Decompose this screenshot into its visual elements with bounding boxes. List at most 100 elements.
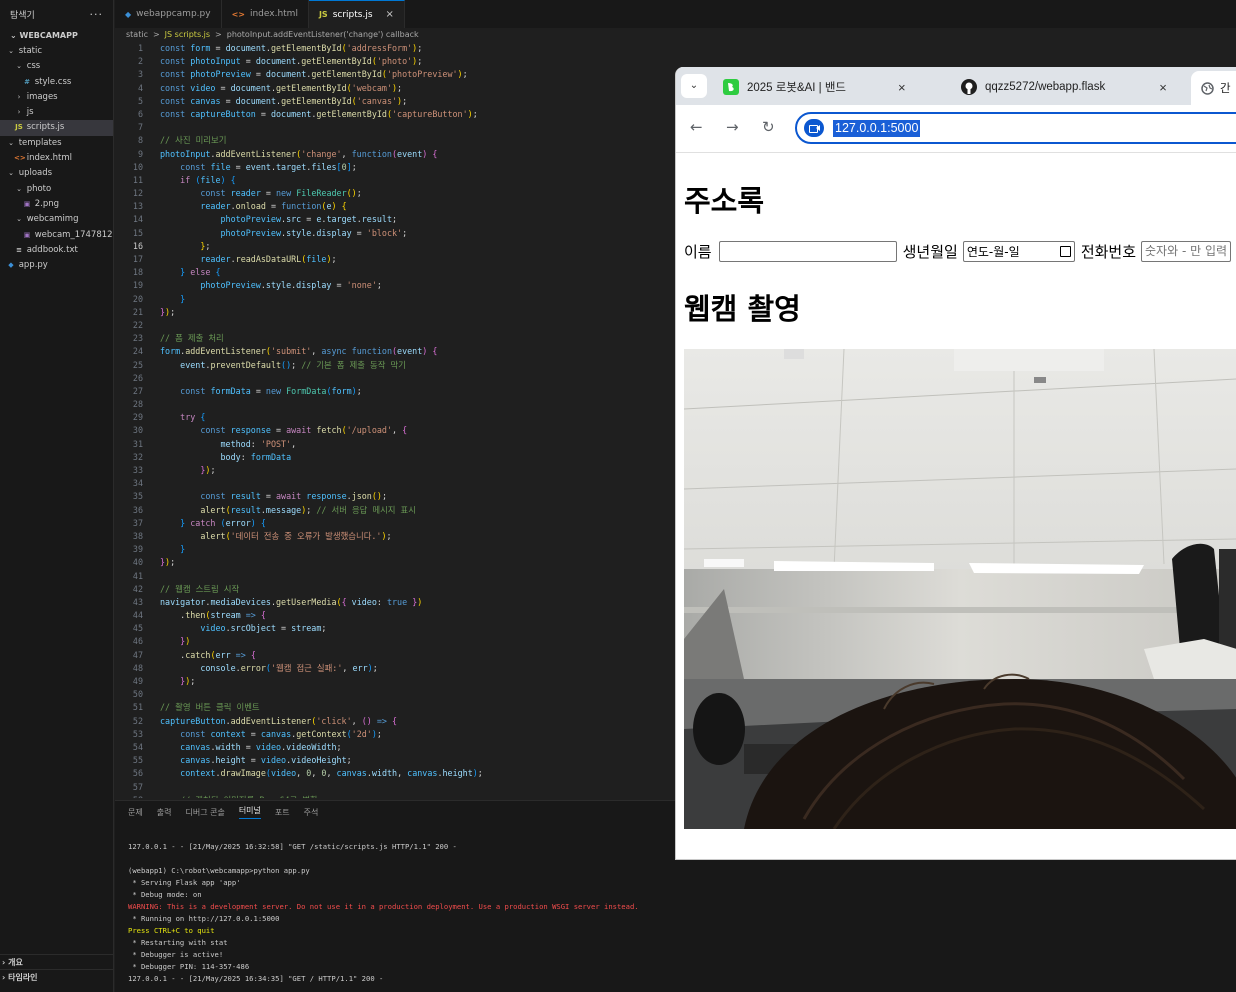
tree-item[interactable]: ⌄ static <box>0 44 113 59</box>
phone-label: 전화번호 <box>1080 243 1137 261</box>
workspace-root[interactable]: ⌄ WEBCAMAPP <box>0 28 113 44</box>
code-line: 10 const file = event.target.files[0]; <box>115 161 675 174</box>
tab-scripts-js[interactable]: JS scripts.js × <box>308 0 405 28</box>
line-number: 50 <box>132 689 143 700</box>
tree-item[interactable]: ⌄ uploads <box>0 166 113 181</box>
back-icon[interactable]: ← <box>690 118 703 136</box>
browser-tab-active[interactable]: 간 <box>1191 71 1236 105</box>
line-number: 53 <box>132 728 143 739</box>
tree-item[interactable]: ⌄ css <box>0 59 113 74</box>
line-number: 37 <box>132 517 143 528</box>
line-number: 35 <box>132 491 143 502</box>
code-line: 27 const formData = new FormData(form); <box>115 385 675 398</box>
forward-icon[interactable]: → <box>726 118 739 136</box>
code-text: const canvas = document.getElementById('… <box>160 95 408 106</box>
tree-item[interactable]: # style.css <box>0 75 113 90</box>
browser-toolbar: ← → ↻ 127.0.0.1:5000 <box>676 105 1236 153</box>
terminal-line: * Debug mode: on <box>128 890 202 899</box>
code-text: body: formData <box>220 451 292 462</box>
phone-input[interactable]: 숫자와 - 만 입력 <box>1141 241 1232 262</box>
url-text[interactable]: 127.0.0.1:5000 <box>833 120 921 137</box>
breadcrumb-symbol[interactable]: photoInput.addEventListener('change') ca… <box>227 30 419 39</box>
line-number: 12 <box>132 188 143 199</box>
tree-item[interactable]: ▣ webcam_17478121... <box>0 228 113 243</box>
breadcrumb-folder[interactable]: static <box>126 30 148 39</box>
line-number: 19 <box>132 280 143 291</box>
code-text: captureButton.addEventListener('click', … <box>160 715 398 726</box>
panel-tab[interactable]: 디버그 콘솔 <box>185 807 224 818</box>
line-number: 54 <box>132 741 143 752</box>
tree-item[interactable]: ⌄ photo <box>0 182 113 197</box>
line-number: 3 <box>137 69 143 80</box>
line-number: 8 <box>137 135 143 146</box>
line-number: 16 <box>132 240 143 251</box>
chevron-down-icon: ⌄ <box>16 62 22 71</box>
line-number: 57 <box>132 781 143 792</box>
close-tab-icon[interactable]: × <box>898 80 906 95</box>
code-text: canvas.width = video.videoWidth; <box>180 741 342 752</box>
tree-item[interactable]: ≡ addbook.txt <box>0 243 113 258</box>
line-number: 33 <box>132 465 143 475</box>
code-line: 51 // 촬영 버튼 클릭 이벤트 <box>115 701 675 714</box>
address-bar[interactable]: 127.0.0.1:5000 <box>795 112 1236 144</box>
tree-item-label: js <box>26 107 34 118</box>
browser-tab-band[interactable]: 2025 로봇&AI | 밴드 × <box>723 74 906 100</box>
calendar-icon[interactable] <box>1059 246 1071 257</box>
terminal-line: (webapp1) C:\robot\webcamapp>python app.… <box>128 866 310 875</box>
terminal-line: * Debugger PIN: 114-357-486 <box>128 962 250 971</box>
code-line: 6 const captureButton = document.getEleme… <box>115 108 675 121</box>
line-number: 49 <box>132 676 143 686</box>
github-icon <box>961 79 977 95</box>
code-line: 25 event.preventDefault(); // 기본 폼 제출 동작… <box>115 359 675 372</box>
timeline-section[interactable]: › 타임라인 <box>0 969 114 984</box>
tab-webappcamp-py[interactable]: ◆ webappcamp.py <box>115 0 222 28</box>
panel-tab[interactable]: 문제 <box>128 807 143 818</box>
code-line: 28 <box>115 398 675 411</box>
tree-item[interactable]: ◆ app.py <box>0 258 113 273</box>
line-number: 47 <box>132 649 143 660</box>
terminal-output[interactable]: 127.0.0.1 - - [21/May/2025 16:32:58] "GE… <box>128 841 639 985</box>
code-line: 58 // 캡처된 이미지를 Base64로 변환 <box>115 794 675 798</box>
camera-in-use-icon[interactable] <box>804 119 824 137</box>
tree-item[interactable]: ▣ 2.png <box>0 197 113 212</box>
terminal-line: WARNING: This is a development server. D… <box>128 902 639 911</box>
browser-tab-github[interactable]: qqzz5272/webapp.flask × <box>961 74 1167 100</box>
code-line: 26 <box>115 372 675 385</box>
tree-item[interactable]: JS scripts.js <box>0 120 113 136</box>
close-icon[interactable]: × <box>386 9 394 20</box>
tree-item[interactable]: ⌄ webcamimg <box>0 212 113 227</box>
tab-search-chevron-icon[interactable]: ⌄ <box>681 74 707 98</box>
close-tab-icon[interactable]: × <box>1159 80 1167 95</box>
code-text: const result = await response.json(); <box>200 491 387 502</box>
line-number: 26 <box>132 372 143 383</box>
panel-tab[interactable]: 출력 <box>157 807 172 818</box>
panel-tab[interactable]: 포트 <box>275 807 290 818</box>
code-text: } catch (error) { <box>180 517 266 528</box>
code-line: 54 canvas.width = video.videoWidth; <box>115 741 675 754</box>
more-actions-icon[interactable]: ··· <box>90 8 104 21</box>
tab-index-html[interactable]: <> index.html <box>222 0 309 28</box>
tree-item[interactable]: <> index.html <box>0 151 113 166</box>
breadcrumb-file[interactable]: JS scripts.js <box>165 30 210 39</box>
reload-icon[interactable]: ↻ <box>762 118 775 136</box>
line-number: 46 <box>132 636 143 647</box>
code-text: const response = await fetch('/upload', … <box>200 425 408 436</box>
tree-item[interactable]: › js <box>0 105 113 120</box>
outline-section[interactable]: › 개요 <box>0 954 114 969</box>
code-line: 41 <box>115 570 675 583</box>
js-file-icon: JS <box>15 123 23 132</box>
code-line: 20 } <box>115 293 675 306</box>
tree-item[interactable]: › images <box>0 90 113 105</box>
line-number: 27 <box>132 385 143 396</box>
code-text: canvas.height = video.videoHeight; <box>180 755 352 766</box>
panel-tab[interactable]: 터미널 <box>238 805 261 819</box>
tree-item[interactable]: ⌄ templates <box>0 136 113 151</box>
birthdate-input[interactable]: 연도-월-일 <box>962 241 1075 262</box>
code-editor[interactable]: 1 const form = document.getElementById('a… <box>115 42 675 798</box>
panel-tab[interactable]: 주석 <box>304 807 319 818</box>
code-text: // 캡처된 이미지를 Base64로 변환 <box>143 794 318 798</box>
name-input[interactable] <box>718 241 897 262</box>
